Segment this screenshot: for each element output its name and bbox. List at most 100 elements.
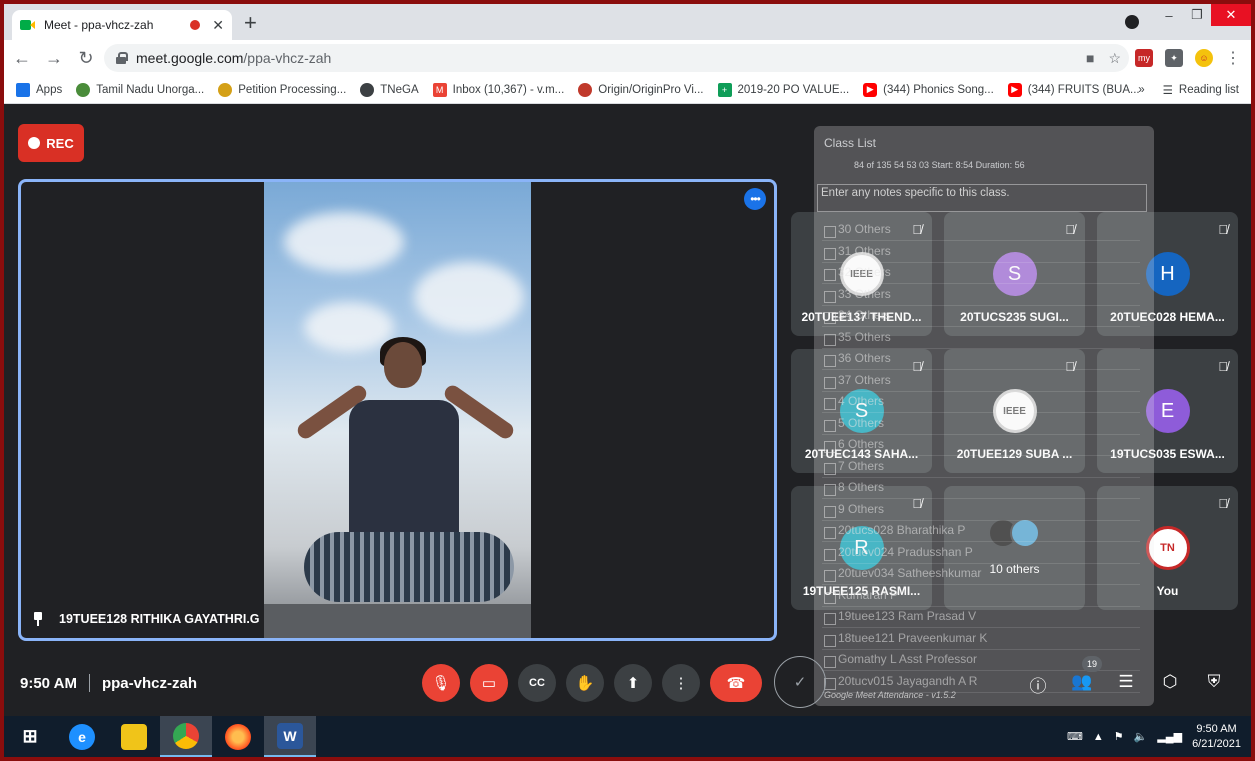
taskbar-chrome[interactable]: [160, 716, 212, 757]
forward-button[interactable]: →: [40, 48, 68, 69]
volume-icon[interactable]: 🔈: [1134, 730, 1148, 743]
participant-tile[interactable]: 🎙̸ R 19TUEE125 RASMI...: [791, 486, 932, 610]
more-options-icon[interactable]: •••: [744, 188, 766, 210]
taskbar-clock[interactable]: 9:50 AM 6/21/2021: [1192, 722, 1241, 752]
others-tile[interactable]: 10 others: [944, 486, 1085, 610]
word-icon: W: [277, 722, 303, 749]
camera-toggle-button[interactable]: ▭: [470, 664, 508, 702]
bookmark-inbox[interactable]: M Inbox (10,367) - v.m...: [432, 82, 564, 97]
bookmark-star-icon[interactable]: ☆: [1108, 50, 1121, 67]
reading-list-icon: ☰: [1162, 85, 1173, 97]
attendance-row[interactable]: 19tuee123 Ram Prasad V: [822, 609, 1140, 628]
attendance-row[interactable]: 18tuee121 Praveenkumar K: [822, 631, 1140, 650]
bookmarks-bar: Apps Tamil Nadu Unorga... Petition Proce…: [4, 76, 1251, 104]
meeting-details-icon[interactable]: ⓘ: [1026, 672, 1050, 697]
bookmark-tamil-nadu[interactable]: Tamil Nadu Unorga...: [76, 82, 204, 97]
avatar: [1010, 518, 1040, 548]
mic-off-icon: 🎙̸: [1065, 222, 1075, 237]
recording-button[interactable]: REC: [18, 124, 84, 162]
person-head: [384, 342, 422, 388]
participant-tile[interactable]: 🎙̸ E 19TUCS035 ESWA...: [1097, 349, 1238, 473]
participant-name: 20TUEC028 HEMA...: [1110, 310, 1225, 324]
bookmark-po-value[interactable]: +2019-20 PO VALUE...: [717, 82, 850, 97]
participant-name: 20TUEE137 THEND...: [801, 310, 922, 324]
bookmark-origin[interactable]: Origin/OriginPro Vi...: [578, 82, 704, 97]
bookmark-tnega[interactable]: TNeGA: [360, 82, 419, 97]
participant-tile[interactable]: 🎙̸ IEEE 20TUEE129 SUBA ...: [944, 349, 1085, 473]
class-list-title[interactable]: Class List: [824, 136, 876, 150]
signal-icon[interactable]: ▂▄▆: [1157, 730, 1182, 743]
leave-call-button[interactable]: ☎: [710, 664, 762, 702]
extensions-puzzle-icon[interactable]: ✦: [1165, 49, 1183, 67]
more-options-button[interactable]: ⋮: [662, 664, 700, 702]
globe-icon: [360, 82, 375, 97]
activities-icon[interactable]: ⬡: [1158, 672, 1182, 692]
notes-field[interactable]: Enter any notes specific to this class.: [817, 184, 1147, 212]
new-tab-button[interactable]: +: [244, 12, 257, 34]
speaker-name: 19TUEE128 RITHIKA GAYATHRI.G: [59, 612, 260, 626]
recording-indicator-icon: [190, 20, 201, 30]
clock-date: 6/21/2021: [1192, 737, 1241, 750]
captions-button[interactable]: CC: [518, 664, 556, 702]
bookmark-fruits[interactable]: ▶ (344) FRUITS (BUA...: [1007, 82, 1140, 97]
mic-off-icon: 🎙̸: [1218, 222, 1228, 237]
participant-name: 20TUEE129 SUBA ...: [956, 447, 1073, 461]
taskbar-explorer[interactable]: [108, 716, 160, 757]
meet-stage: REC ••• 19TUEE128 RITHIKA GAYATHRI.G 🎙̸ …: [4, 104, 1251, 716]
bookmark-phonics[interactable]: ▶ (344) Phonics Song...: [863, 82, 994, 97]
recording-label: REC: [46, 135, 74, 151]
participant-tile[interactable]: 🎙̸ S 20TUCS235 SUGI...: [944, 212, 1085, 336]
taskbar-ie[interactable]: e: [56, 716, 108, 757]
more-bookmarks-button[interactable]: »: [1138, 84, 1144, 96]
avatar: TN: [1145, 526, 1190, 570]
extension-my-icon[interactable]: my: [1135, 49, 1153, 67]
meeting-time: 9:50 AM: [20, 674, 77, 692]
tray-expand-icon[interactable]: ▲: [1093, 731, 1104, 743]
reading-list-button[interactable]: Reading list: [1179, 84, 1239, 96]
minimize-button[interactable]: –: [1155, 4, 1183, 26]
back-button[interactable]: ←: [8, 48, 36, 69]
avatar: H: [1145, 252, 1190, 296]
mic-off-icon: 🎙̸: [912, 496, 922, 511]
present-button[interactable]: ⬆: [614, 664, 652, 702]
host-controls-icon[interactable]: ⛨: [1202, 672, 1226, 692]
mic-off-icon: 🎙̸: [1218, 496, 1228, 511]
reload-button[interactable]: ↻: [72, 48, 100, 69]
attendance-check-button[interactable]: ✓: [774, 656, 826, 708]
pin-icon[interactable]: [33, 612, 43, 626]
address-bar[interactable]: meet.google.com/ppa-vhcz-zah ■ ☆: [104, 44, 1129, 72]
raise-hand-button[interactable]: ✋: [566, 664, 604, 702]
participant-name: 19TUEE125 RASMI...: [802, 584, 921, 598]
self-tile[interactable]: 🎙̸ TN You: [1097, 486, 1238, 610]
taskbar-word[interactable]: W: [264, 716, 316, 757]
keyboard-icon[interactable]: ⌨: [1067, 730, 1083, 743]
restore-button[interactable]: ❐: [1183, 4, 1211, 26]
close-window-button[interactable]: ✕: [1211, 4, 1251, 26]
mic-toggle-button[interactable]: 🎙: [422, 664, 460, 702]
bookmark-label: Petition Processing...: [238, 83, 347, 96]
avatar: IEEE: [992, 389, 1037, 433]
person-body: [349, 400, 459, 540]
participant-tile[interactable]: 🎙̸ IEEE 20TUEE137 THEND...: [791, 212, 932, 336]
start-button[interactable]: ⊞: [4, 716, 56, 757]
profile-avatar-icon[interactable]: ☺: [1195, 49, 1213, 67]
tab-meet[interactable]: Meet - ppa-vhcz-zah ✕: [12, 10, 232, 40]
people-icon[interactable]: 👥: [1070, 672, 1094, 692]
bookmark-label: 2019-20 PO VALUE...: [737, 83, 850, 96]
main-speaker-tile[interactable]: ••• 19TUEE128 RITHIKA GAYATHRI.G: [18, 179, 777, 641]
bookmark-apps[interactable]: Apps: [16, 82, 62, 97]
chat-icon[interactable]: ☰: [1114, 672, 1138, 692]
profile-icon[interactable]: [1125, 15, 1139, 29]
participant-tile[interactable]: 🎙̸ H 20TUEC028 HEMA...: [1097, 212, 1238, 336]
taskbar-firefox[interactable]: [212, 716, 264, 757]
network-icon[interactable]: ⚑: [1114, 730, 1124, 743]
tab-close-icon[interactable]: ✕: [212, 17, 224, 34]
more-vert-icon: ⋮: [673, 675, 689, 692]
bookmark-petition[interactable]: Petition Processing...: [218, 82, 347, 97]
mic-off-icon: 🎙: [431, 675, 451, 692]
url-host: meet.google.com: [136, 50, 244, 66]
participant-tile[interactable]: 🎙̸ S 20TUEC143 SAHA...: [791, 349, 932, 473]
camera-icon[interactable]: ■: [1086, 50, 1094, 66]
lock-icon[interactable]: [116, 52, 128, 64]
chrome-menu-icon[interactable]: ⋮: [1225, 48, 1241, 68]
